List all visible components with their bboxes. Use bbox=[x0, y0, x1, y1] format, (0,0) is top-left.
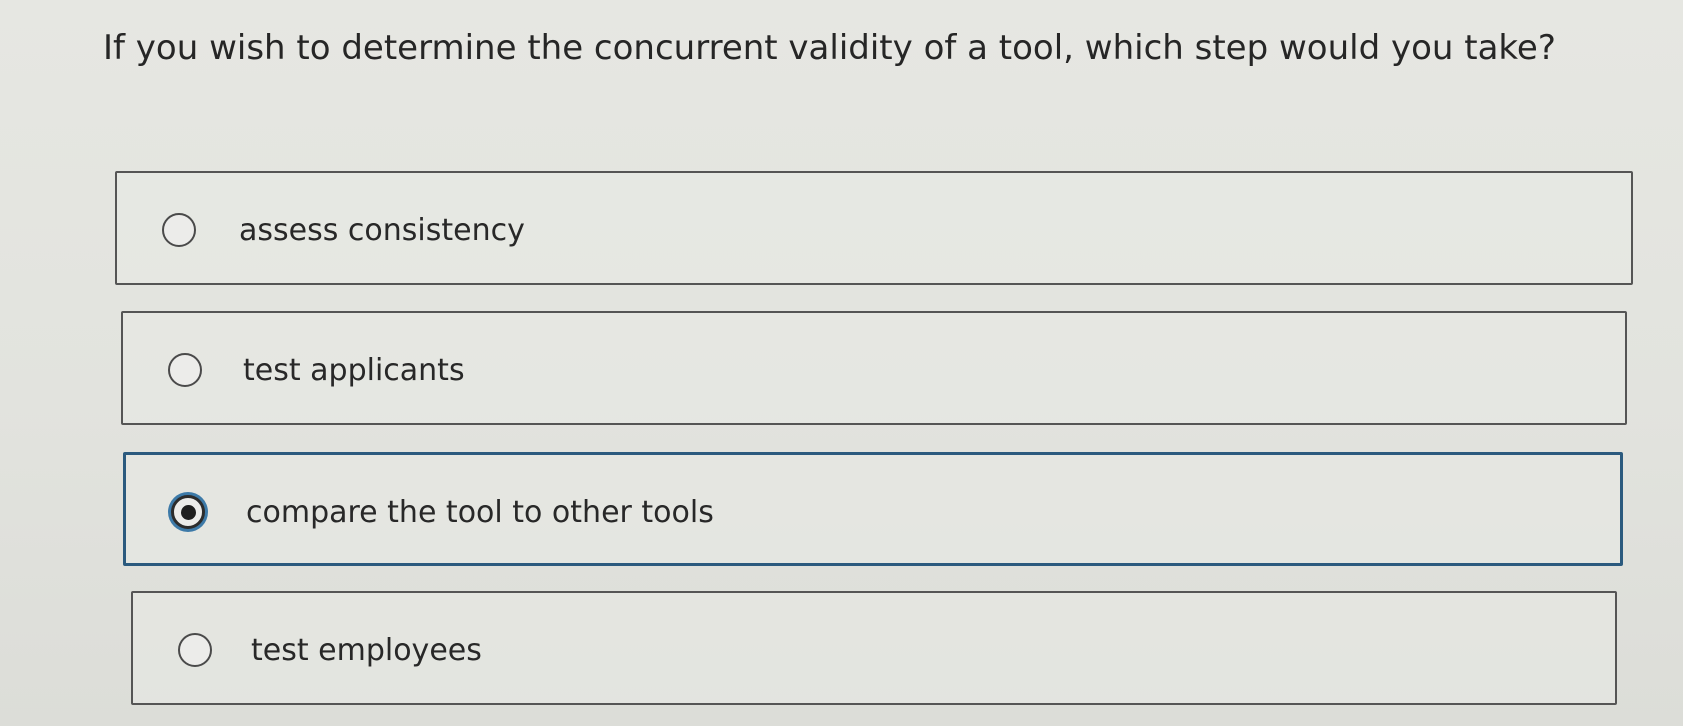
option-assess-consistency[interactable]: assess consistency bbox=[115, 171, 1633, 285]
radio-button-icon[interactable] bbox=[178, 633, 212, 667]
radio-button-icon[interactable] bbox=[162, 213, 196, 247]
radio-button-icon[interactable] bbox=[168, 353, 202, 387]
option-compare-tool[interactable]: compare the tool to other tools bbox=[123, 452, 1623, 566]
radio-button-selected-icon[interactable] bbox=[171, 495, 205, 529]
option-label: compare the tool to other tools bbox=[246, 495, 714, 530]
option-test-employees[interactable]: test employees bbox=[131, 591, 1617, 705]
option-label: assess consistency bbox=[239, 213, 525, 248]
radio-dot-icon bbox=[180, 504, 196, 520]
option-test-applicants[interactable]: test applicants bbox=[121, 311, 1627, 425]
question-text: If you wish to determine the concurrent … bbox=[103, 28, 1556, 68]
option-label: test employees bbox=[251, 633, 482, 668]
option-label: test applicants bbox=[243, 353, 465, 388]
